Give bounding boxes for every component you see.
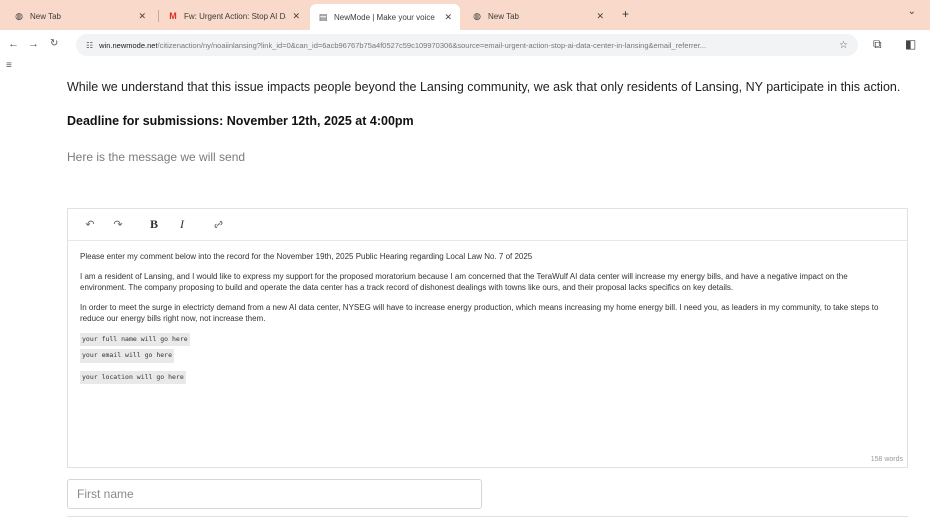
close-icon[interactable]: ✕ [138,11,146,22]
tab-title: New Tab [488,11,519,21]
close-icon[interactable]: ✕ [596,11,604,22]
link-icon[interactable] [208,216,228,234]
intro-text: While we understand that this issue impa… [67,80,901,94]
new-tab-button[interactable]: + [622,7,629,21]
side-panel-icon[interactable]: ◧ [905,37,916,51]
address-path: /citizenaction/ny/noaiinlansing?link_id=… [157,40,707,50]
newmode-icon: ▤ [318,11,328,22]
editor-paragraph: Please enter my comment below into the r… [80,252,533,261]
message-editor[interactable]: ↶ ↷ B I Please enter my comment below in… [67,208,908,468]
globe-icon: ◍ [15,10,23,21]
full-name-placeholder: your full name will go here [80,332,190,346]
editor-toolbar: ↶ ↷ B I [68,209,907,241]
undo-icon[interactable]: ↶ [80,216,100,234]
editor-paragraph: In order to meet the surge in electricty… [80,302,879,324]
back-icon[interactable]: ← [8,38,19,50]
bookmark-star-icon[interactable]: ☆ [839,40,848,51]
redo-icon[interactable]: ↷ [108,216,128,234]
address-bar[interactable]: ☷ win.newmode.net /citizenaction/ny/noai… [76,34,858,56]
first-name-input[interactable] [67,479,482,509]
browser-toolbar: ← → ↻ ☷ win.newmode.net /citizenaction/n… [0,30,930,60]
message-heading: Here is the message we will send [67,150,246,164]
extensions-icon[interactable]: ⧉ [873,37,882,52]
close-icon[interactable]: ✕ [444,12,452,23]
location-placeholder: your location will go here [80,370,186,384]
email-placeholder: your email will go here [80,349,175,363]
tab-title: Fw: Urgent Action: Stop AI Dat [184,11,287,21]
editor-body[interactable]: Please enter my comment below into the r… [68,241,907,397]
menu-icon[interactable]: ≡ [6,60,12,71]
tab-title: New Tab [30,11,61,21]
tab-new-tab-1[interactable]: ◍ New Tab ✕ [6,5,154,27]
tab-search-button[interactable]: ⌄ [908,6,916,17]
address-host: win.newmode.net [99,40,158,50]
bold-icon[interactable]: B [144,216,164,234]
italic-icon[interactable]: I [172,216,192,234]
close-icon[interactable]: ✕ [292,11,300,22]
deadline-text: Deadline for submissions: November 12th,… [67,114,414,128]
gmail-icon: M [169,11,177,21]
next-form-field[interactable] [67,516,908,521]
tab-title: NewMode | Make your voice [334,12,435,22]
globe-icon: ◍ [473,10,481,21]
action-form-content: While we understand that this issue impa… [67,77,912,164]
forward-icon[interactable]: → [28,38,39,50]
word-count: 158 words [870,456,903,463]
reload-icon[interactable]: ↻ [50,38,58,49]
tab-gmail[interactable]: M Fw: Urgent Action: Stop AI Dat ✕ [160,5,308,27]
site-info-icon[interactable]: ☷ [86,41,93,50]
tab-strip: ◍ New Tab ✕ M Fw: Urgent Action: Stop AI… [0,0,930,30]
tab-newmode[interactable]: ▤ NewMode | Make your voice ✕ [310,4,460,30]
editor-paragraph: I am a resident of Lansing, and I would … [80,271,848,293]
tab-new-tab-2[interactable]: ◍ New Tab ✕ [464,5,612,27]
tab-divider [158,10,159,22]
